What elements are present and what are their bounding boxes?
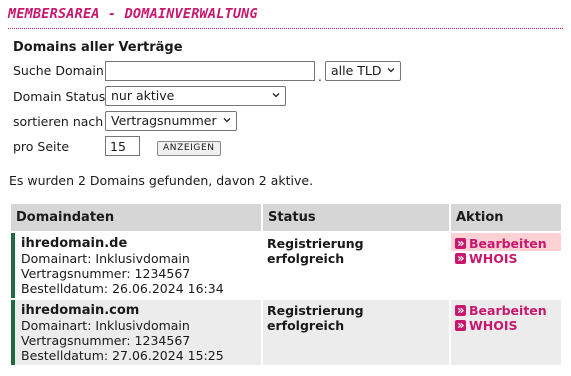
domain-status-select[interactable]: nur aktive bbox=[105, 86, 286, 106]
column-header-action: Aktion bbox=[451, 204, 561, 231]
whois-link-label: WHOIS bbox=[469, 318, 518, 333]
column-header-status: Status bbox=[263, 204, 449, 231]
tld-select[interactable]: alle TLD bbox=[325, 61, 401, 81]
domain-data-cell: ihredomain.com Domainart: Inklusivdomain… bbox=[11, 300, 261, 365]
per-page-input[interactable]: 15 bbox=[105, 136, 140, 156]
per-page-label: pro Seite bbox=[13, 139, 70, 154]
filter-heading: Domains aller Verträge bbox=[13, 40, 183, 55]
domain-name: ihredomain.com bbox=[21, 303, 140, 318]
chevron-down-icon bbox=[387, 68, 395, 73]
edit-link-label: Bearbeiten bbox=[469, 303, 547, 318]
domain-type: Domainart: Inklusivdomain bbox=[21, 318, 190, 333]
contract-number: Vertragsnummer: 1234567 bbox=[21, 333, 191, 348]
domain-type: Domainart: Inklusivdomain bbox=[21, 251, 190, 266]
status-cell: Registrierung erfolgreich bbox=[263, 233, 449, 298]
table-header-row: Domaindaten Status Aktion bbox=[11, 204, 561, 231]
action-cell: Bearbeiten WHOIS bbox=[451, 233, 561, 298]
domain-status-label: Domain Status bbox=[13, 89, 106, 104]
chevron-right-icon bbox=[455, 320, 466, 331]
domain-data-cell: ihredomain.de Domainart: Inklusivdomain … bbox=[11, 233, 261, 298]
tld-select-value: alle TLD bbox=[331, 63, 382, 78]
order-date: Bestelldatum: 27.06.2024 15:25 bbox=[21, 348, 224, 363]
edit-link[interactable]: Bearbeiten bbox=[451, 233, 561, 251]
chevron-right-icon bbox=[455, 238, 466, 249]
chevron-right-icon bbox=[455, 305, 466, 316]
domain-table: Domaindaten Status Aktion ihredomain.de … bbox=[9, 202, 563, 367]
chevron-down-icon bbox=[223, 118, 231, 123]
chevron-right-icon bbox=[455, 253, 466, 264]
whois-link[interactable]: WHOIS bbox=[455, 251, 557, 266]
action-cell: Bearbeiten WHOIS bbox=[451, 300, 561, 365]
order-date: Bestelldatum: 26.06.2024 16:34 bbox=[21, 281, 224, 296]
show-button[interactable]: ANZEIGEN bbox=[157, 141, 221, 156]
page-title: MEMBERSAREA - DOMAINVERWALTUNG bbox=[8, 6, 258, 22]
domain-name: ihredomain.de bbox=[21, 236, 128, 251]
domain-status-value: nur aktive bbox=[111, 88, 175, 103]
table-row: ihredomain.com Domainart: Inklusivdomain… bbox=[11, 300, 561, 365]
table-row: ihredomain.de Domainart: Inklusivdomain … bbox=[11, 233, 561, 298]
title-divider bbox=[8, 28, 563, 29]
sort-by-label: sortieren nach bbox=[13, 114, 104, 129]
separator-dot: . bbox=[318, 70, 322, 84]
status-cell: Registrierung erfolgreich bbox=[263, 300, 449, 365]
edit-link-label: Bearbeiten bbox=[469, 236, 547, 251]
result-summary: Es wurden 2 Domains gefunden, davon 2 ak… bbox=[9, 173, 314, 188]
search-domain-label: Suche Domain bbox=[13, 63, 104, 78]
edit-link[interactable]: Bearbeiten bbox=[455, 303, 557, 318]
search-domain-input[interactable] bbox=[105, 61, 315, 81]
chevron-down-icon bbox=[272, 93, 280, 98]
sort-by-select[interactable]: Vertragsnummer bbox=[105, 111, 237, 131]
sort-by-value: Vertragsnummer bbox=[111, 113, 217, 128]
contract-number: Vertragsnummer: 1234567 bbox=[21, 266, 191, 281]
whois-link-label: WHOIS bbox=[469, 251, 518, 266]
column-header-domaindata: Domaindaten bbox=[11, 204, 261, 231]
whois-link[interactable]: WHOIS bbox=[455, 318, 557, 333]
